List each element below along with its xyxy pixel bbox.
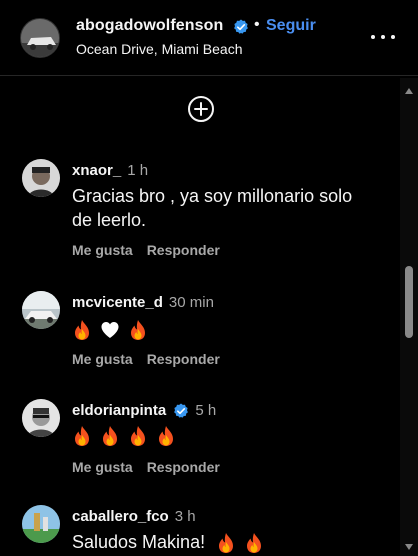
comment-text: Saludos Makina!	[72, 532, 206, 552]
more-options-button[interactable]	[370, 30, 396, 44]
like-comment-button[interactable]: Me gusta	[72, 242, 133, 258]
fire-emoji-icon	[128, 319, 148, 341]
fire-emoji-icon	[244, 532, 264, 554]
scroll-down-arrow-icon[interactable]	[405, 544, 413, 550]
fire-emoji-icon	[156, 425, 176, 447]
plus-circle-icon[interactable]	[187, 95, 215, 123]
commenter-avatar[interactable]	[22, 159, 60, 197]
comment-actions: Me gusta Responder	[72, 459, 220, 475]
comment-actions: Me gusta Responder	[72, 351, 220, 367]
avatar-image	[21, 19, 59, 57]
comment-text: Gracias bro , ya soy millonario solo de …	[72, 186, 353, 230]
scroll-thumb[interactable]	[405, 266, 413, 338]
reply-comment-button[interactable]: Responder	[147, 242, 220, 258]
separator-dot: •	[254, 16, 260, 33]
scroll-up-arrow-icon[interactable]	[405, 88, 413, 94]
comment-text-row: Saludos Makina!	[72, 530, 392, 554]
white-heart-emoji-icon	[100, 320, 120, 340]
comment-timestamp: 30 min	[168, 294, 214, 311]
comment-timestamp: 3 h	[174, 508, 196, 525]
fire-emoji-icon	[72, 319, 92, 341]
post-header: abogadowolfenson • Seguir Ocean Drive, M…	[0, 0, 418, 76]
avatar-image	[22, 159, 60, 197]
comment-actions: Me gusta Responder	[72, 242, 220, 258]
follow-button[interactable]: Seguir	[266, 17, 316, 35]
fire-emoji-icon	[100, 425, 120, 447]
commenter-username[interactable]: mcvicente_d	[72, 294, 163, 311]
avatar-image	[22, 505, 60, 543]
reply-comment-button[interactable]: Responder	[147, 351, 220, 367]
comment-timestamp: 5 h	[195, 402, 217, 419]
commenter-username[interactable]: eldorianpinta	[72, 402, 166, 419]
commenter-avatar[interactable]	[22, 399, 60, 437]
avatar-image	[22, 399, 60, 437]
ellipsis-icon	[391, 35, 395, 39]
fire-emoji-icon	[128, 425, 148, 447]
fire-emoji-icon	[216, 532, 236, 554]
ellipsis-icon	[381, 35, 385, 39]
commenter-username[interactable]: xnaor_	[72, 162, 121, 179]
reply-comment-button[interactable]: Responder	[147, 459, 220, 475]
fire-emoji-icon	[72, 425, 92, 447]
commenter-avatar[interactable]	[22, 505, 60, 543]
ellipsis-icon	[371, 35, 375, 39]
like-comment-button[interactable]: Me gusta	[72, 459, 133, 475]
post-location[interactable]: Ocean Drive, Miami Beach	[76, 41, 243, 57]
commenter-avatar[interactable]	[22, 291, 60, 329]
like-comment-button[interactable]: Me gusta	[72, 351, 133, 367]
verified-badge-icon	[233, 19, 249, 35]
vertical-scrollbar[interactable]	[400, 78, 418, 556]
post-author-username[interactable]: abogadowolfenson	[76, 17, 223, 35]
verified-badge-icon	[173, 403, 189, 419]
comment-timestamp: 1 h	[127, 162, 149, 179]
comment-emojis	[72, 317, 372, 341]
comment-emojis	[72, 423, 372, 447]
post-author-avatar[interactable]	[20, 18, 60, 58]
commenter-username[interactable]: caballero_fco	[72, 508, 169, 525]
avatar-image	[22, 291, 60, 329]
